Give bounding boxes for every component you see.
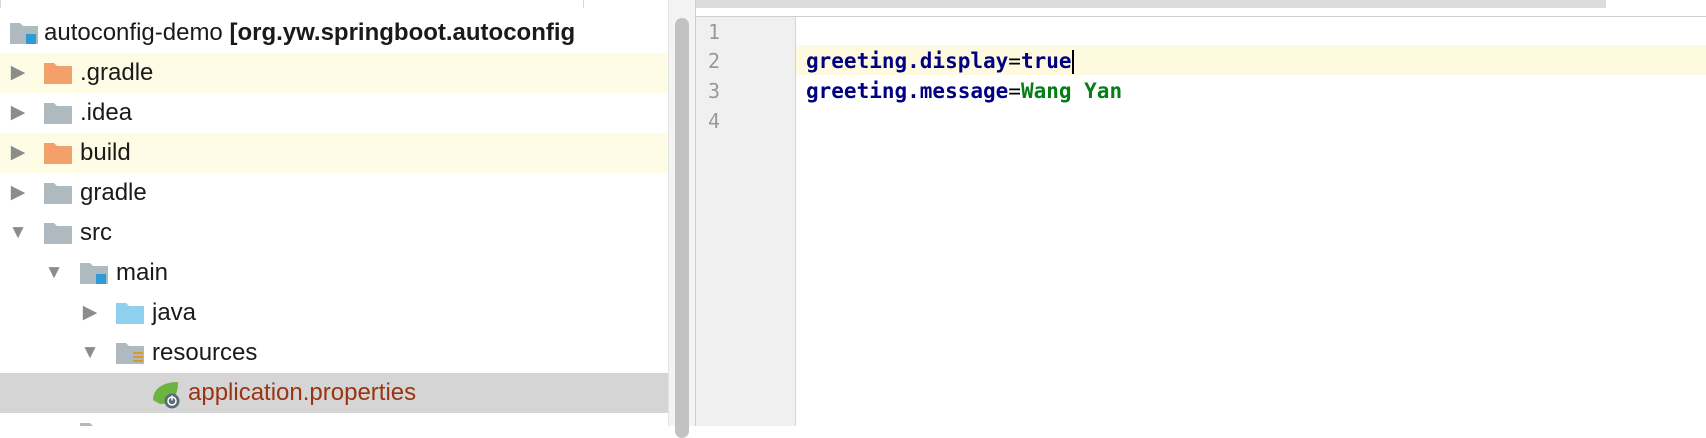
tree-scrollbar[interactable] xyxy=(668,0,696,438)
tree-item-label: gradle xyxy=(80,179,147,206)
tree-item-label: resources xyxy=(152,339,258,366)
line-number: 2 xyxy=(708,49,721,73)
folder-icon xyxy=(42,180,76,206)
tree-item-label: main xyxy=(116,259,169,286)
text-cursor xyxy=(1071,50,1074,74)
divider xyxy=(0,0,1,8)
tree-item-label: build xyxy=(80,139,131,166)
line-number: 3 xyxy=(708,79,721,103)
tree-item-root[interactable]: autoconfig-demo [org.yw.springboot.autoc… xyxy=(0,13,668,53)
resources-folder-icon xyxy=(114,340,148,366)
tree-item-gradle[interactable]: ▶ gradle xyxy=(0,173,668,213)
property-separator: = xyxy=(1008,79,1021,103)
java-source-folder-icon xyxy=(114,300,148,326)
tree-item-gradle-dir[interactable]: ▶ .gradle xyxy=(0,53,668,93)
property-value: true xyxy=(1020,49,1072,73)
tree-item-label: .idea xyxy=(80,99,133,126)
property-key: greeting.message xyxy=(806,79,1009,103)
tree-item-label: .gradle xyxy=(80,59,154,86)
tab-background xyxy=(696,0,1606,8)
project-name: autoconfig-demo xyxy=(44,19,223,46)
chevron-down-icon[interactable]: ▼ xyxy=(6,213,30,253)
scrollbar-thumb[interactable] xyxy=(675,18,689,438)
divider xyxy=(583,0,584,8)
chevron-right-icon[interactable]: ▶ xyxy=(6,133,30,173)
folder-icon xyxy=(42,220,76,246)
code-line[interactable]: greeting.message=Wang Yan xyxy=(806,76,1122,106)
chevron-down-icon[interactable]: ▼ xyxy=(42,253,66,293)
module-label: [org.yw.springboot.autoconfig xyxy=(229,19,576,46)
folder-icon xyxy=(78,420,112,426)
tree-item-src[interactable]: ▼ src xyxy=(0,213,668,253)
chevron-right-icon[interactable]: ▶ xyxy=(78,293,102,333)
source-root-folder-icon xyxy=(78,260,112,286)
tree-item-partial[interactable]: ▶ xyxy=(0,413,668,426)
chevron-right-icon[interactable]: ▶ xyxy=(42,413,66,426)
code-line[interactable]: greeting.display=true xyxy=(806,46,1074,76)
tree-top-border xyxy=(0,0,668,10)
editor-panel[interactable]: 1 2 3 4 greeting.display=true greeting.m… xyxy=(696,0,1706,426)
property-value: Wang Yan xyxy=(1020,79,1123,103)
tree-item-main[interactable]: ▼ main xyxy=(0,253,668,293)
chevron-right-icon[interactable]: ▶ xyxy=(6,93,30,133)
tree-item-build-dir[interactable]: ▶ build xyxy=(0,133,668,173)
tree-item-label: autoconfig-demo [org.yw.springboot.autoc… xyxy=(44,13,575,53)
project-tree-panel: autoconfig-demo [org.yw.springboot.autoc… xyxy=(0,0,668,426)
line-number: 4 xyxy=(708,109,721,133)
spring-properties-file-icon xyxy=(150,380,184,409)
module-folder-icon xyxy=(8,20,42,46)
folder-icon xyxy=(42,100,76,126)
tree-item-label: src xyxy=(80,219,112,246)
tree-item-application-properties[interactable]: application.properties xyxy=(0,373,668,413)
tree-item-label: application.properties xyxy=(188,379,417,406)
property-key: greeting.display xyxy=(806,49,1009,73)
excluded-folder-icon xyxy=(42,140,76,166)
chevron-right-icon[interactable]: ▶ xyxy=(6,173,30,213)
tree-item-idea-dir[interactable]: ▶ .idea xyxy=(0,93,668,133)
editor-tab-strip xyxy=(696,0,1706,17)
chevron-down-icon[interactable]: ▼ xyxy=(78,333,102,373)
tree-item-resources[interactable]: ▼ resources xyxy=(0,333,668,373)
property-separator: = xyxy=(1008,49,1021,73)
excluded-folder-icon xyxy=(42,60,76,86)
line-number: 1 xyxy=(708,20,721,44)
chevron-right-icon[interactable]: ▶ xyxy=(6,53,30,93)
tree-item-java[interactable]: ▶ java xyxy=(0,293,668,333)
tree-item-label: java xyxy=(152,299,197,326)
